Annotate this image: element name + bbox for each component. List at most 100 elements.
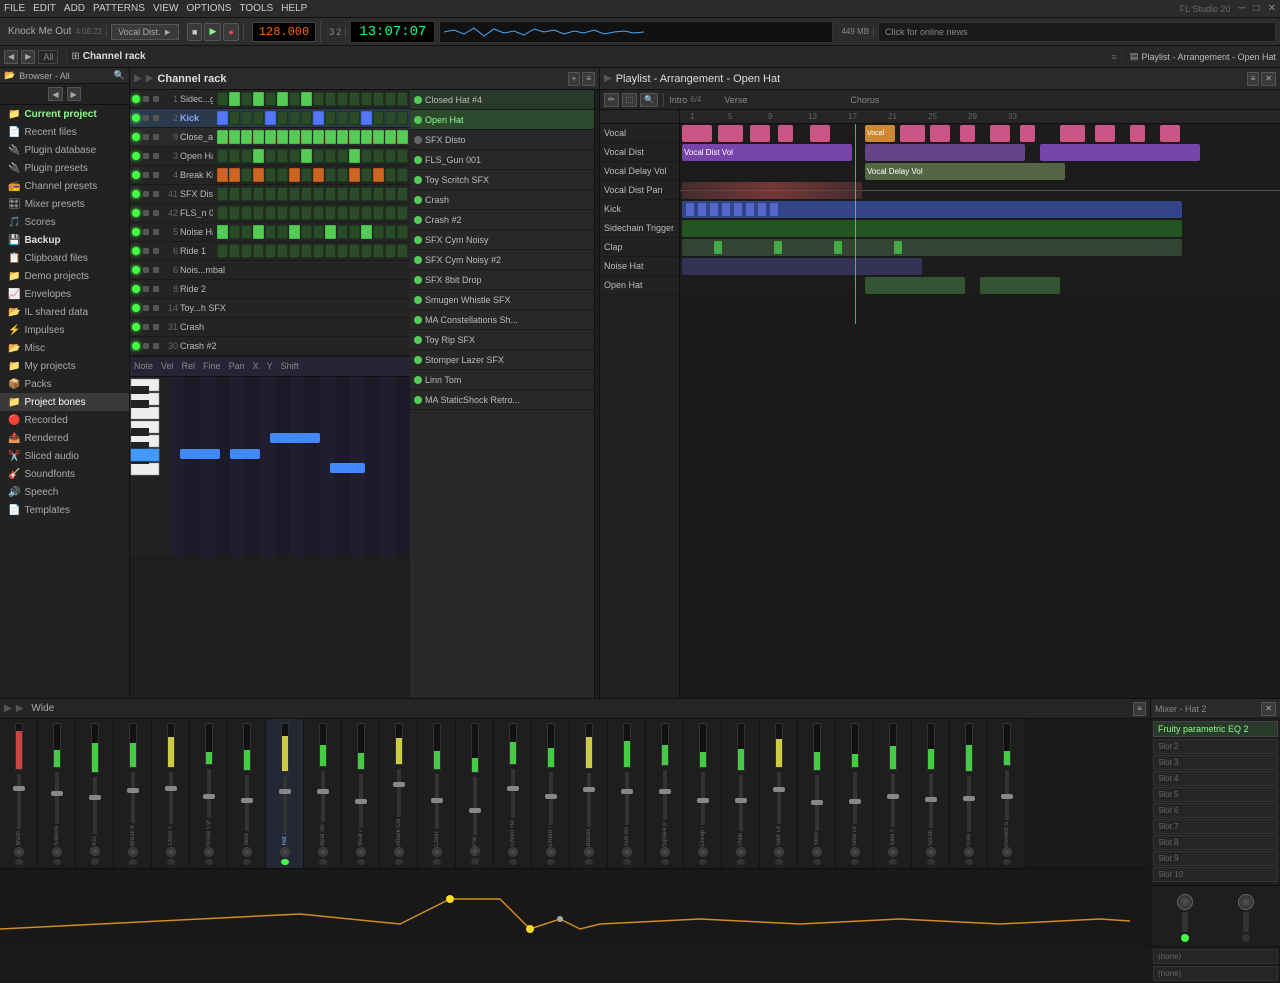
pl-block-vocal12[interactable] bbox=[1060, 125, 1085, 142]
instr-item-mastaticshock[interactable]: MA StaticShock Retro... bbox=[410, 390, 594, 410]
pl-row-kick[interactable] bbox=[680, 200, 1280, 219]
led-green[interactable] bbox=[132, 209, 140, 217]
track-knob[interactable] bbox=[926, 847, 936, 857]
cr-ch-name-crash[interactable]: Crash bbox=[180, 322, 408, 332]
mute-btn[interactable] bbox=[143, 267, 149, 273]
pl-collapse-icon[interactable]: ▶ bbox=[604, 73, 612, 84]
instr-item-linntom[interactable]: Linn Tom bbox=[410, 370, 594, 390]
pl-select-tool[interactable]: ⬚ bbox=[622, 93, 638, 107]
instr-item-maconstell[interactable]: MA Constellations Sh... bbox=[410, 310, 594, 330]
step-pad[interactable] bbox=[241, 130, 252, 144]
pl-block-vocal9[interactable] bbox=[960, 125, 975, 142]
fader-track[interactable] bbox=[17, 774, 21, 829]
fx-slot-4[interactable]: Slot 4 bbox=[1153, 771, 1278, 786]
fader-track[interactable] bbox=[93, 777, 97, 834]
fader-thumb[interactable] bbox=[241, 798, 253, 803]
pl-vocaldistpan-block[interactable] bbox=[682, 182, 862, 199]
step-pad[interactable] bbox=[373, 92, 384, 106]
track-knob[interactable] bbox=[204, 847, 214, 857]
step-pad[interactable] bbox=[241, 206, 252, 220]
step-pad[interactable] bbox=[349, 168, 360, 182]
track-knob[interactable] bbox=[812, 847, 822, 857]
pl-block-vocaldist3[interactable] bbox=[1040, 144, 1200, 161]
step-pad[interactable] bbox=[217, 111, 228, 125]
sidebar-item-plugin-presets[interactable]: 🔌 Plugin presets bbox=[0, 159, 129, 177]
piano-note[interactable] bbox=[230, 449, 260, 459]
fader-track[interactable] bbox=[853, 772, 857, 824]
sidebar-item-sliced-audio[interactable]: ✂️ Sliced audio bbox=[0, 447, 129, 465]
mixer-track-break-kick[interactable]: Break Kick bbox=[114, 719, 152, 868]
step-pad[interactable] bbox=[361, 206, 372, 220]
step-pad[interactable] bbox=[229, 225, 240, 239]
track-knob[interactable] bbox=[52, 847, 62, 857]
pl-row-openhat[interactable] bbox=[680, 276, 1280, 295]
led-green[interactable] bbox=[132, 342, 140, 350]
pl-block-vocal6[interactable]: Vocal bbox=[865, 125, 895, 142]
step-pad[interactable] bbox=[385, 244, 396, 258]
vocal-dist-selector[interactable]: Vocal Dist. ► bbox=[111, 24, 179, 40]
pl-block-vocal8[interactable] bbox=[930, 125, 950, 142]
fader-thumb[interactable] bbox=[545, 794, 557, 799]
browser-back-button[interactable]: ◀ bbox=[4, 50, 18, 64]
track-knob[interactable] bbox=[1002, 847, 1012, 857]
mute-btn[interactable] bbox=[143, 115, 149, 121]
track-led[interactable] bbox=[623, 859, 631, 865]
fader-track[interactable] bbox=[169, 772, 173, 824]
step-pad[interactable] bbox=[385, 130, 396, 144]
step-pad[interactable] bbox=[229, 111, 240, 125]
track-knob[interactable] bbox=[280, 847, 290, 857]
maximize-button[interactable]: □ bbox=[1254, 3, 1260, 14]
fader-track[interactable] bbox=[473, 777, 477, 835]
mixer-track-scratch[interactable]: Scratch bbox=[912, 719, 950, 868]
mixer-track-bassline[interactable]: Bassline bbox=[570, 719, 608, 868]
rp-close-button[interactable]: ✕ bbox=[1261, 702, 1276, 716]
fader-track[interactable] bbox=[435, 774, 439, 829]
step-pad[interactable] bbox=[313, 92, 324, 106]
track-knob[interactable] bbox=[964, 847, 974, 857]
rp-none-selector-2[interactable]: (none) bbox=[1153, 966, 1278, 981]
step-pad[interactable] bbox=[289, 206, 300, 220]
fader-thumb[interactable] bbox=[773, 787, 785, 792]
sidebar-item-mixer-presets[interactable]: 🎛 Mixer presets bbox=[0, 195, 129, 213]
menu-item-edit[interactable]: EDIT bbox=[33, 3, 56, 14]
instr-item-sfx8bitdrop[interactable]: SFX 8bit Drop bbox=[410, 270, 594, 290]
step-pad[interactable] bbox=[337, 92, 348, 106]
instr-item-stomper[interactable]: Stomper Lazer SFX bbox=[410, 350, 594, 370]
pl-track-name-vocaldist[interactable]: Vocal Dist bbox=[600, 143, 679, 162]
sidebar-item-backup[interactable]: 💾 Backup bbox=[0, 231, 129, 249]
step-pad[interactable] bbox=[289, 168, 300, 182]
track-led[interactable] bbox=[851, 859, 859, 865]
step-pad[interactable] bbox=[277, 206, 288, 220]
fader-thumb[interactable] bbox=[89, 795, 101, 800]
track-led[interactable] bbox=[129, 859, 137, 865]
fader-thumb[interactable] bbox=[583, 787, 595, 792]
mixer-track-pad[interactable]: Pad bbox=[456, 719, 494, 868]
step-pad[interactable] bbox=[217, 92, 228, 106]
step-pad[interactable] bbox=[373, 130, 384, 144]
step-pad[interactable] bbox=[325, 187, 336, 201]
cr-ch-name[interactable]: SFX Disto bbox=[180, 189, 213, 199]
sidebar-item-recorded[interactable]: 🔴 Recorded bbox=[0, 411, 129, 429]
step-pad[interactable] bbox=[217, 168, 228, 182]
cr-channel-name-kick[interactable]: Kick bbox=[180, 113, 213, 123]
track-led[interactable] bbox=[813, 859, 821, 865]
pl-track-name-sidechain[interactable]: Sidechain Trigger bbox=[600, 219, 679, 238]
stop-button[interactable]: ■ bbox=[187, 23, 202, 41]
step-pad[interactable] bbox=[337, 168, 348, 182]
step-pad[interactable] bbox=[337, 244, 348, 258]
fader-thumb[interactable] bbox=[431, 798, 443, 803]
step-pad[interactable] bbox=[325, 225, 336, 239]
step-pad[interactable] bbox=[265, 130, 276, 144]
pl-block-vocaldist1[interactable]: Vocal Dist Vol bbox=[682, 144, 852, 161]
mute-btn[interactable] bbox=[143, 229, 149, 235]
step-pad[interactable] bbox=[265, 244, 276, 258]
send-fader-2[interactable] bbox=[1243, 912, 1249, 932]
sidebar-item-current-project[interactable]: 📁 Current project bbox=[0, 105, 129, 123]
solo-btn[interactable] bbox=[153, 96, 159, 102]
step-pad[interactable] bbox=[217, 187, 228, 201]
step-pad[interactable] bbox=[397, 225, 408, 239]
step-pad[interactable] bbox=[229, 206, 240, 220]
cr-ch-name-ride1[interactable]: Ride 1 bbox=[180, 246, 213, 256]
pl-menu-button[interactable]: ≡ bbox=[1247, 72, 1260, 86]
fader-thumb[interactable] bbox=[355, 799, 367, 804]
